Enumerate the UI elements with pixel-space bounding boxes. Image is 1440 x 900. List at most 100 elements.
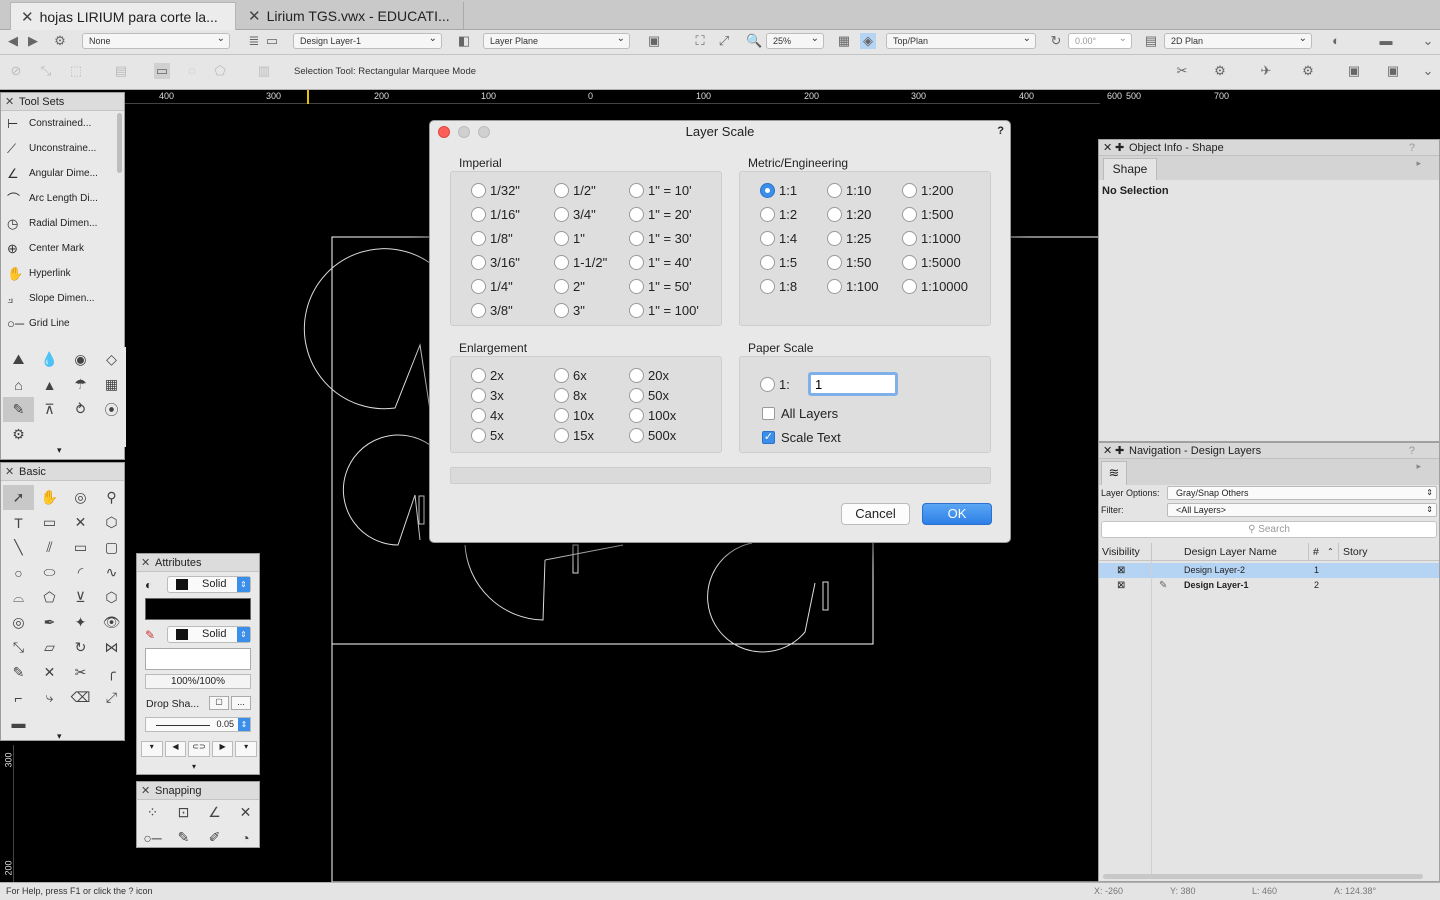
double-polyline-icon[interactable]: ⊻ (65, 585, 96, 610)
mode-icon-4[interactable]: ▤ (113, 63, 129, 79)
polygon-icon[interactable]: ⬠ (34, 585, 65, 610)
imperial-radio[interactable]: 3" (554, 303, 585, 318)
water-drop-icon[interactable]: 💧 (34, 347, 65, 372)
imperial-radio[interactable]: 1" = 40' (629, 255, 692, 270)
radio-button[interactable] (554, 368, 569, 383)
snap-angle-icon[interactable]: ∠ (199, 800, 230, 825)
enlargement-radio[interactable]: 8x (554, 388, 587, 403)
chevron-down-icon[interactable]: ⌄ (1420, 33, 1436, 49)
imperial-radio[interactable]: 3/8" (471, 303, 513, 318)
radio-button[interactable] (471, 183, 486, 198)
mode-icon-8[interactable]: ▥ (256, 63, 272, 79)
snap-smart-point-icon[interactable]: ✎ (168, 825, 199, 850)
toolset-item[interactable]: ⟋ Unconstraine... (1, 136, 124, 161)
help-icon[interactable]: ? (1409, 140, 1415, 156)
toolset-item[interactable]: ⊢ Constrained... (1, 111, 124, 136)
radio-button[interactable] (629, 368, 644, 383)
layer-row[interactable]: ⊠ ✎ Design Layer-1 2 (1099, 578, 1439, 593)
resize-icon[interactable]: ⤡ (3, 635, 34, 660)
camera-icon[interactable]: ⦿ (96, 397, 127, 422)
metric-radio[interactable]: 1:10000 (902, 279, 968, 294)
metric-radio[interactable]: 1:50 (827, 255, 871, 270)
panel-icon-2[interactable]: ▣ (1385, 63, 1401, 79)
radio-button[interactable] (554, 428, 569, 443)
imperial-radio[interactable]: 1/32" (471, 183, 520, 198)
snap-distance-icon[interactable]: ○─ (137, 825, 168, 850)
layer-options-select[interactable]: Gray/Snap Others ⇕ (1167, 486, 1437, 500)
pipe-icon[interactable]: ⥁ (65, 397, 96, 422)
close-icon[interactable]: ✕ (1103, 443, 1112, 459)
locus-icon[interactable]: ✕ (65, 510, 96, 535)
radio-button[interactable] (827, 231, 842, 246)
metric-radio[interactable]: 1:20 (827, 207, 871, 222)
radio-button[interactable] (827, 183, 842, 198)
imperial-radio[interactable]: 1" = 30' (629, 231, 692, 246)
metric-radio[interactable]: 1:2 (760, 207, 797, 222)
fill-style-select[interactable]: Solid ⇕ (167, 576, 251, 593)
close-icon[interactable]: ✕ (1103, 140, 1112, 156)
radio-button[interactable] (902, 183, 917, 198)
column-number[interactable]: # (1313, 543, 1319, 561)
metric-radio[interactable]: 1:4 (760, 231, 797, 246)
snap-grid-icon[interactable]: ⁘ (137, 800, 168, 825)
radio-button[interactable] (554, 231, 569, 246)
lighting-icon[interactable]: ◐ (1328, 33, 1344, 49)
radio-button[interactable] (471, 303, 486, 318)
metric-radio[interactable]: 1:5 (760, 255, 797, 270)
close-icon[interactable]: ✕ (5, 463, 14, 481)
toolset-item[interactable]: ⟓ Slope Dimen... (1, 286, 124, 311)
imperial-radio[interactable]: 3/16" (471, 255, 520, 270)
radio-button[interactable] (471, 207, 486, 222)
class-icon[interactable]: ⚙ (52, 33, 68, 49)
paper-scale-input[interactable] (808, 372, 898, 396)
column-story[interactable]: Story (1343, 543, 1368, 561)
trim-icon[interactable]: ✂ (65, 660, 96, 685)
globe-icon[interactable]: ◉ (65, 347, 96, 372)
freehand-icon[interactable]: ∿ (96, 560, 127, 585)
close-icon[interactable]: ✕ (21, 8, 34, 26)
offset-icon[interactable]: ⤷ (34, 685, 65, 710)
radio-button[interactable] (760, 207, 775, 222)
polygon-marquee-icon[interactable]: ⬠ (212, 63, 228, 79)
plane-icon[interactable]: ◧ (456, 33, 472, 49)
checkbox[interactable] (762, 407, 775, 420)
layer-select[interactable]: Design Layer-1 (293, 32, 442, 49)
radio-button[interactable] (760, 377, 775, 392)
tool-option-icon[interactable]: ✈ (1258, 63, 1274, 79)
lamp-icon[interactable]: ☂ (65, 372, 96, 397)
arrow-left-icon[interactable]: ◀ (164, 741, 187, 757)
grid-icon[interactable]: ▦ (836, 33, 852, 49)
end-marker-icon[interactable]: ▾ (235, 741, 257, 757)
tool-option-icon-2[interactable]: ⚙ (1300, 63, 1316, 79)
tab-hojas-lirium[interactable]: ✕ hojas LIRIUM para corte la... (10, 2, 236, 30)
selection-arrow-icon[interactable]: ➚ (3, 485, 34, 510)
reshape-icon[interactable]: ✎ (3, 660, 34, 685)
symbol-icon[interactable]: ⬡ (96, 510, 127, 535)
rounded-rectangle-icon[interactable]: ▢ (96, 535, 127, 560)
radio-button[interactable] (902, 207, 917, 222)
radio-button[interactable] (760, 255, 775, 270)
radio-button[interactable] (629, 255, 644, 270)
back-icon[interactable]: ◀ (5, 33, 21, 49)
oval-icon[interactable]: ⬭ (34, 560, 65, 585)
tab-shape[interactable]: Shape (1103, 158, 1157, 180)
shear-icon[interactable]: ▱ (34, 635, 65, 660)
radio-button[interactable] (471, 388, 486, 403)
enlargement-radio[interactable]: 6x (554, 368, 587, 383)
toolset-item[interactable]: ✋ Hyperlink (1, 261, 124, 286)
wand-icon[interactable]: ✦ (65, 610, 96, 635)
plan-view-icon[interactable]: ◈ (860, 33, 876, 49)
toolset-item[interactable]: ○─ Grid Line (1, 311, 124, 336)
mirror-icon[interactable]: ⋈ (96, 635, 127, 660)
zoom-select[interactable]: 25% (766, 32, 824, 49)
column-visibility[interactable]: Visibility (1102, 543, 1140, 561)
radio-button[interactable] (629, 428, 644, 443)
enlargement-radio[interactable]: 2x (471, 368, 504, 383)
layer-row[interactable]: ⊠ Design Layer-2 1 (1099, 563, 1439, 578)
all-layers-checkbox[interactable]: All Layers (762, 406, 838, 421)
radio-button[interactable] (827, 279, 842, 294)
filter-select[interactable]: <All Layers> ⇕ (1167, 503, 1437, 517)
expand-icon[interactable]: ✚ (1115, 443, 1124, 459)
mode-icon-2[interactable]: ⤡ (38, 63, 54, 79)
snap-object-icon[interactable]: ⊡ (168, 800, 199, 825)
